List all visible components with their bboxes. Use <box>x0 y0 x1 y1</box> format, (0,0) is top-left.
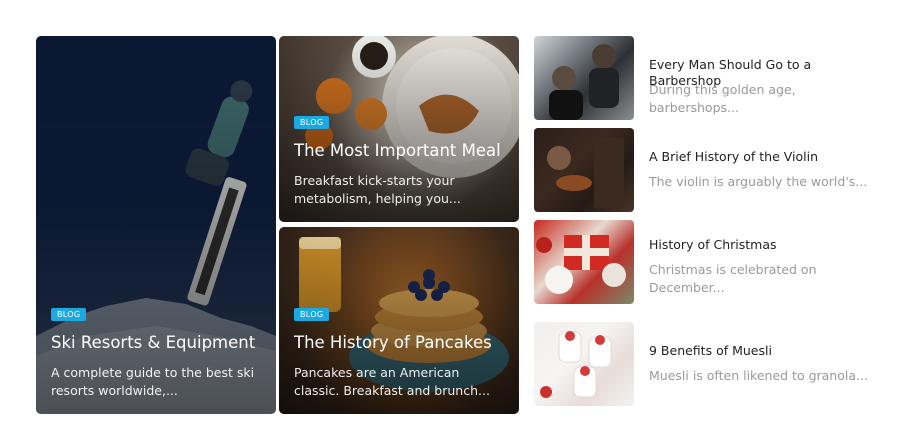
card-excerpt: Pancakes are an American classic. Breakf… <box>294 365 490 398</box>
blog-badge[interactable]: BLOG <box>51 308 87 321</box>
list-item-title[interactable]: History of Christmas <box>649 237 777 253</box>
list-item-violin[interactable]: A Brief History of the Violin The violin… <box>534 128 874 212</box>
list-item-title[interactable]: A Brief History of the Violin <box>649 149 818 165</box>
card-content: BLOG The History of Pancakes Pancakes ar… <box>294 302 505 400</box>
card-content: BLOG The Most Important Meal Breakfast k… <box>294 110 505 208</box>
list-item-excerpt: The violin is arguably the world's... <box>649 174 868 189</box>
list-item-muesli[interactable]: 9 Benefits of Muesli Muesli is often lik… <box>534 322 874 406</box>
list-item-excerpt: Christmas is celebrated on December... <box>649 262 817 295</box>
list-item-christmas[interactable]: History of Christmas Christmas is celebr… <box>534 220 874 304</box>
featured-card-ski[interactable]: BLOG Ski Resorts & Equipment A complete … <box>36 36 276 414</box>
card-excerpt: Breakfast kick-starts your metabolism, h… <box>294 173 461 206</box>
violin-thumbnail[interactable] <box>534 128 634 212</box>
list-item-excerpt: During this golden age, barbershops... <box>649 82 796 115</box>
card-excerpt: A complete guide to the best ski resorts… <box>51 365 255 398</box>
list-item-title[interactable]: 9 Benefits of Muesli <box>649 343 772 359</box>
barbershop-thumbnail[interactable] <box>534 36 634 120</box>
blog-badge[interactable]: BLOG <box>294 116 330 129</box>
featured-card-meal[interactable]: BLOG The Most Important Meal Breakfast k… <box>279 36 519 222</box>
list-item-excerpt: Muesli is often likened to granola... <box>649 368 868 383</box>
blog-badge[interactable]: BLOG <box>294 308 330 321</box>
muesli-thumbnail[interactable] <box>534 322 634 406</box>
card-title[interactable]: Ski Resorts & Equipment <box>51 333 262 353</box>
card-title[interactable]: The Most Important Meal <box>294 141 505 161</box>
card-title[interactable]: The History of Pancakes <box>294 333 505 353</box>
card-content: BLOG Ski Resorts & Equipment A complete … <box>51 302 262 400</box>
list-item-barbershop[interactable]: Every Man Should Go to a Barbershop Duri… <box>534 36 874 120</box>
featured-card-pancakes[interactable]: BLOG The History of Pancakes Pancakes ar… <box>279 227 519 414</box>
christmas-thumbnail[interactable] <box>534 220 634 304</box>
